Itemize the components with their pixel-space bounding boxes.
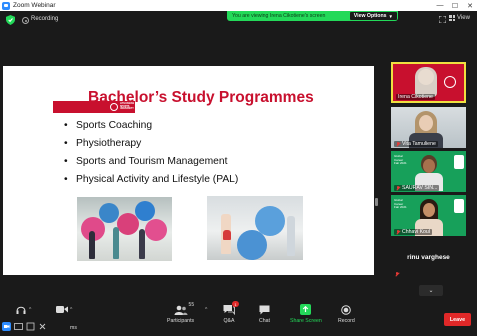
video-button[interactable]	[56, 304, 68, 315]
participant-name-label: Chhavi Koul	[394, 229, 432, 235]
qa-button[interactable]: 1 Q&A	[223, 301, 239, 324]
chat-icon	[259, 305, 270, 314]
participants-count: 55	[188, 302, 195, 308]
participant-name-label: Vita Tamuliene	[394, 141, 438, 147]
gym-ball-photo	[207, 196, 303, 260]
chat-label: Chat	[259, 318, 270, 324]
participant-name: Chhavi Koul	[402, 229, 430, 235]
mic-muted-icon	[396, 141, 400, 147]
fullscreen-icon[interactable]	[439, 16, 446, 23]
view-label: View	[457, 15, 470, 21]
participant-gallery: Irena Cikotiene Vita Tamuliene Global Ca…	[389, 60, 467, 300]
meeting-topbar: Recording You are viewing Irena Cikotien…	[0, 11, 477, 30]
participants-label: Participants	[167, 318, 195, 324]
view-options-label: View Options	[353, 13, 387, 19]
share-scroll-handle[interactable]	[375, 198, 378, 206]
participant-name: rinu varghese	[407, 254, 450, 261]
participant-tile[interactable]: Irena Cikotiene	[391, 62, 466, 103]
participant-tile[interactable]: Global Career Fair 2021 Chhavi Koul	[391, 195, 466, 236]
participant-name: Vita Tamuliene	[402, 141, 436, 147]
recording-label: Recording	[31, 16, 59, 22]
headphones-icon	[16, 306, 26, 314]
gallery-scroll-down-button[interactable]: ⌄	[419, 285, 443, 296]
window-title: Zoom Webinar	[13, 2, 56, 9]
share-screen-label: Share Screen	[290, 318, 322, 324]
taskbar-window-icon[interactable]	[14, 322, 23, 331]
mic-muted-icon	[396, 185, 400, 191]
audio-button[interactable]	[16, 304, 26, 315]
programme-item: Physiotherapy	[64, 135, 238, 153]
participant-name: Irena Cikotiene	[398, 94, 433, 100]
participant-name-label: Irena Cikotiene	[396, 94, 435, 100]
taskbar-box-icon[interactable]	[26, 322, 35, 331]
viewing-screen-banner: You are viewing Irena Cikotiene's screen…	[227, 11, 398, 21]
programme-item: Sports and Tourism Management	[64, 153, 238, 171]
window-titlebar: Zoom Webinar — ☐ ✕	[0, 0, 477, 11]
slide-title: Bachelor’s Study Programmes	[88, 89, 314, 106]
fitness-balls-photo	[77, 197, 172, 261]
programme-item: Physical Activity and Lifestyle (PAL)	[64, 171, 238, 189]
programme-list: Sports Coaching Physiotherapy Sports and…	[64, 117, 238, 189]
close-button[interactable]: ✕	[463, 0, 477, 11]
qa-label: Q&A	[223, 318, 235, 324]
participants-button[interactable]: 55 Participants	[167, 302, 195, 324]
record-icon	[341, 304, 352, 315]
video-camera-icon	[56, 306, 68, 313]
chat-button[interactable]: Chat	[259, 304, 270, 324]
participant-name-label: SAURAV SIN...	[394, 185, 440, 191]
share-screen-button[interactable]: Share Screen	[290, 304, 322, 324]
recording-icon	[22, 17, 29, 24]
maximize-button[interactable]: ☐	[448, 0, 462, 11]
zoom-logo-icon	[2, 1, 10, 10]
minimize-button[interactable]: —	[433, 0, 447, 11]
leave-button[interactable]: Leave	[444, 313, 471, 326]
participant-tile[interactable]: Global Career Fair 2021 SAURAV SIN...	[391, 151, 466, 192]
viewing-screen-text: You are viewing Irena Cikotiene's screen	[232, 13, 326, 19]
zoom-taskbar-icon[interactable]	[2, 321, 11, 331]
view-options-button[interactable]: View Options ▼	[349, 12, 397, 20]
mic-muted-icon	[395, 272, 399, 277]
taskbar-close-icon[interactable]	[38, 322, 47, 331]
audio-options-caret[interactable]: ^	[29, 307, 31, 313]
participant-tile[interactable]: rinu varghese	[391, 239, 466, 280]
video-options-caret[interactable]: ^	[70, 307, 72, 313]
chevron-down-icon: ▼	[388, 13, 393, 19]
chevron-down-icon: ⌄	[428, 288, 434, 294]
view-button[interactable]: View	[449, 15, 470, 21]
taskbar-overlay	[2, 319, 74, 333]
share-screen-icon	[300, 304, 312, 315]
participants-icon	[174, 305, 188, 315]
record-label: Record	[338, 318, 355, 324]
participant-name: SAURAV SIN...	[402, 185, 438, 191]
participant-tile[interactable]: Vita Tamuliene	[391, 107, 466, 148]
gallery-view-icon	[449, 15, 455, 21]
programme-item: Sports Coaching	[64, 117, 238, 135]
encryption-shield-icon[interactable]	[6, 15, 15, 25]
participants-options-caret[interactable]: ^	[205, 307, 207, 313]
record-button[interactable]: Record	[338, 304, 355, 324]
mic-muted-icon	[396, 229, 400, 235]
qa-notification-badge: 1	[232, 301, 239, 307]
